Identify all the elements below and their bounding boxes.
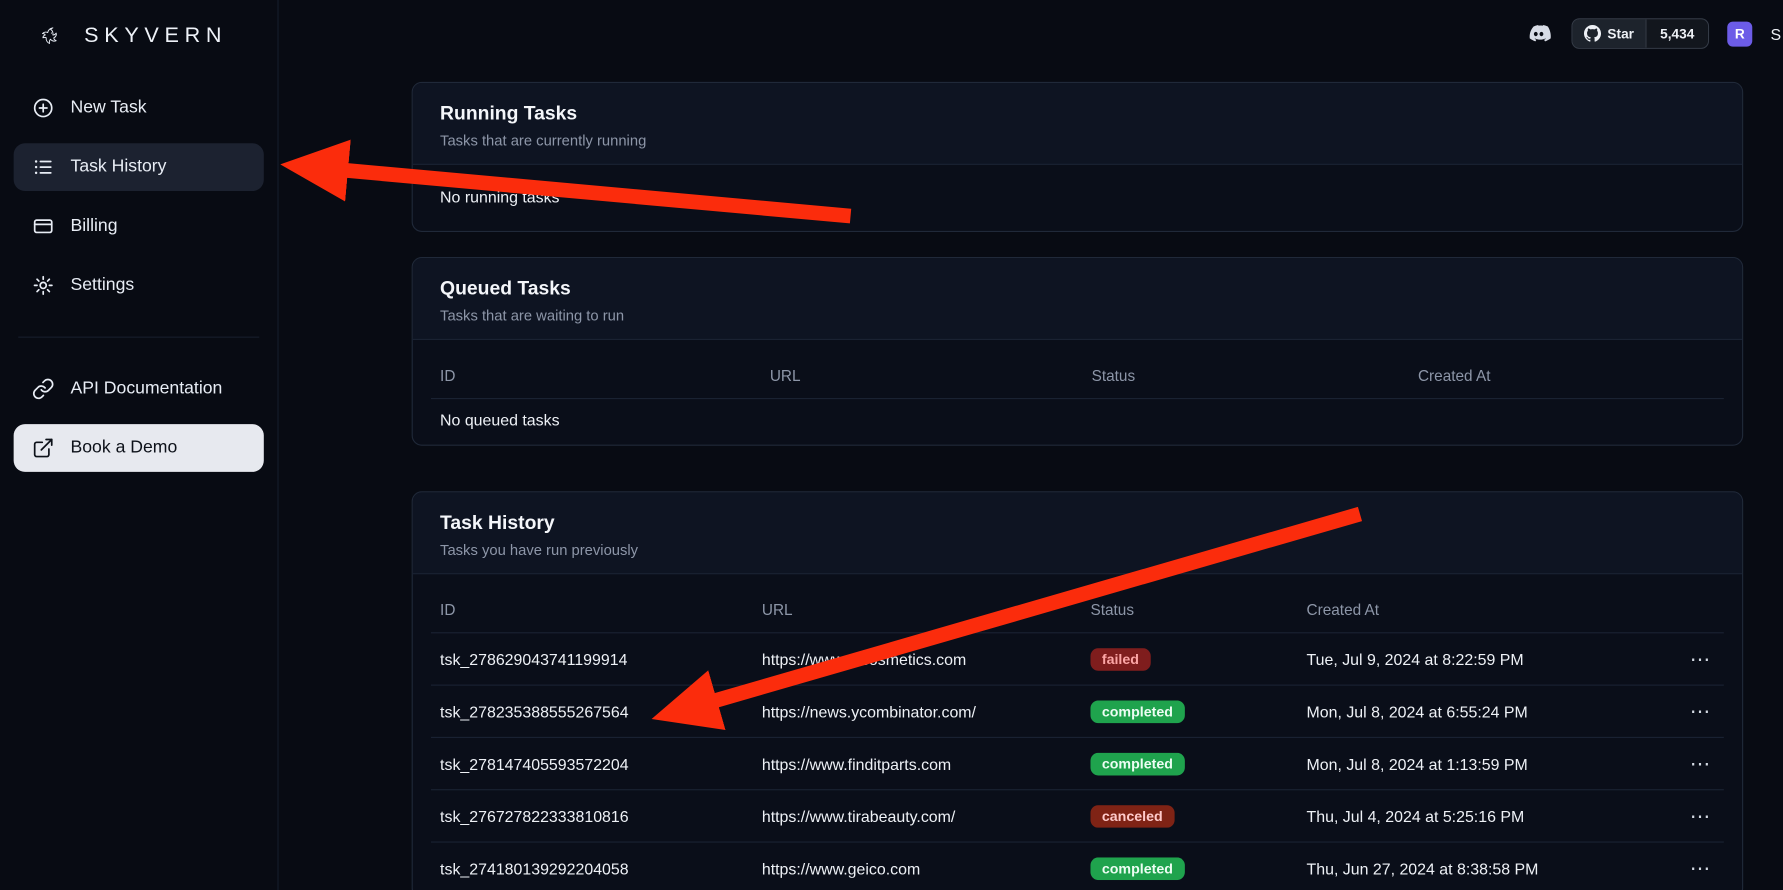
sidebar-item-label: Settings <box>71 275 135 295</box>
column-url: URL <box>761 367 1083 384</box>
task-url: https://www.tecosmetics.com <box>753 650 1082 668</box>
sidebar-item-label: Billing <box>71 216 118 236</box>
table-header-row: ID URL Status Created At <box>431 354 1724 399</box>
task-id: tsk_278147405593572204 <box>431 754 753 772</box>
column-status: Status <box>1081 602 1297 619</box>
link-icon <box>32 378 55 401</box>
external-link-icon <box>32 437 55 460</box>
main-area: Running Tasks Tasks that are currently r… <box>279 0 1783 890</box>
column-created-at: Created At <box>1409 367 1724 384</box>
sidebar-item-new-task[interactable]: New Task <box>14 84 264 132</box>
task-history-table: ID URL Status Created At tsk_27862904374… <box>431 588 1724 890</box>
card-title: Task History <box>440 512 1715 535</box>
sidebar-item-settings[interactable]: Settings <box>14 262 264 310</box>
row-actions-button[interactable]: ⋯ <box>1683 751 1717 776</box>
task-url: https://www.geico.com <box>753 860 1082 878</box>
running-tasks-empty: No running tasks <box>431 165 1724 229</box>
sidebar-item-api-documentation[interactable]: API Documentation <box>14 365 264 413</box>
queued-tasks-header: Queued Tasks Tasks that are waiting to r… <box>413 258 1742 340</box>
sidebar-item-task-history[interactable]: Task History <box>14 143 264 191</box>
github-star-count: 5,434 <box>1645 19 1708 47</box>
list-icon <box>32 156 55 179</box>
running-tasks-header: Running Tasks Tasks that are currently r… <box>413 83 1742 165</box>
column-created-at: Created At <box>1297 602 1673 619</box>
sidebar-item-label: API Documentation <box>71 379 223 399</box>
card-subtitle: Tasks you have run previously <box>440 541 1715 558</box>
task-id: tsk_276727822333810816 <box>431 807 753 825</box>
task-history-card: Task History Tasks you have run previous… <box>412 491 1744 890</box>
status-badge: completed <box>1090 752 1184 775</box>
card-title: Queued Tasks <box>440 277 1715 300</box>
row-actions-button[interactable]: ⋯ <box>1683 856 1717 881</box>
task-created-at: Tue, Jul 9, 2024 at 8:22:59 PM <box>1297 650 1673 668</box>
task-url: https://www.finditparts.com <box>753 754 1082 772</box>
username-label: S <box>1770 24 1783 42</box>
sidebar-divider <box>18 337 259 338</box>
brand-logo[interactable]: SKYVERN <box>0 0 277 59</box>
task-id: tsk_278235388555267564 <box>431 702 753 720</box>
task-created-at: Thu, Jun 27, 2024 at 8:38:58 PM <box>1297 860 1673 878</box>
sidebar-item-book-a-demo[interactable]: Book a Demo <box>14 424 264 472</box>
table-row[interactable]: tsk_278147405593572204 https://www.findi… <box>431 738 1724 790</box>
card-subtitle: Tasks that are waiting to run <box>440 307 1715 324</box>
task-created-at: Mon, Jul 8, 2024 at 1:13:59 PM <box>1297 754 1673 772</box>
table-row[interactable]: tsk_278629043741199914 https://www.tecos… <box>431 633 1724 685</box>
status-badge: completed <box>1090 700 1184 723</box>
table-header-row: ID URL Status Created At <box>431 588 1724 633</box>
task-created-at: Mon, Jul 8, 2024 at 6:55:24 PM <box>1297 702 1673 720</box>
task-history-header: Task History Tasks you have run previous… <box>413 492 1742 574</box>
queued-tasks-table: ID URL Status Created At No queued tasks <box>431 354 1724 443</box>
brand-name: SKYVERN <box>84 24 227 49</box>
running-tasks-card: Running Tasks Tasks that are currently r… <box>412 82 1744 232</box>
status-badge: completed <box>1090 857 1184 880</box>
plus-circle-icon <box>32 97 55 120</box>
row-actions-button[interactable]: ⋯ <box>1683 646 1717 671</box>
column-status: Status <box>1083 367 1409 384</box>
table-row[interactable]: tsk_274180139292204058 https://www.geico… <box>431 843 1724 890</box>
queued-tasks-card: Queued Tasks Tasks that are waiting to r… <box>412 257 1744 446</box>
skyvern-logo-icon <box>27 14 72 59</box>
row-actions-button[interactable]: ⋯ <box>1683 803 1717 828</box>
task-id: tsk_278629043741199914 <box>431 650 753 668</box>
card-title: Running Tasks <box>440 102 1715 125</box>
card-subtitle: Tasks that are currently running <box>440 132 1715 149</box>
queued-tasks-empty: No queued tasks <box>431 399 1724 442</box>
column-id: ID <box>431 367 761 384</box>
sidebar-item-label: New Task <box>71 98 147 118</box>
github-star-button[interactable]: Star 5,434 <box>1571 18 1709 49</box>
sidebar: SKYVERN New Task Task History <box>0 0 279 890</box>
sidebar-item-billing[interactable]: Billing <box>14 202 264 250</box>
row-actions-button[interactable]: ⋯ <box>1683 699 1717 724</box>
discord-icon[interactable] <box>1523 19 1553 49</box>
task-url: https://news.ycombinator.com/ <box>753 702 1082 720</box>
credit-card-icon <box>32 215 55 238</box>
task-url: https://www.tirabeauty.com/ <box>753 807 1082 825</box>
task-id: tsk_274180139292204058 <box>431 860 753 878</box>
sidebar-item-label: Book a Demo <box>71 438 178 458</box>
column-url: URL <box>753 602 1082 619</box>
github-icon <box>1584 25 1601 42</box>
column-id: ID <box>431 602 753 619</box>
sidebar-nav: New Task Task History Billing <box>0 84 277 472</box>
task-created-at: Thu, Jul 4, 2024 at 5:25:16 PM <box>1297 807 1673 825</box>
status-badge: canceled <box>1090 804 1174 827</box>
app-window: SKYVERN New Task Task History <box>0 0 1783 890</box>
table-row[interactable]: tsk_276727822333810816 https://www.tirab… <box>431 790 1724 842</box>
status-badge: failed <box>1090 648 1150 671</box>
table-row[interactable]: tsk_278235388555267564 https://news.ycom… <box>431 686 1724 738</box>
user-avatar[interactable]: R <box>1727 21 1752 46</box>
github-star-label: Star <box>1607 26 1634 42</box>
gear-icon <box>32 274 55 297</box>
sidebar-item-label: Task History <box>71 157 167 177</box>
topbar-actions: Star 5,434 R S <box>1523 18 1783 49</box>
